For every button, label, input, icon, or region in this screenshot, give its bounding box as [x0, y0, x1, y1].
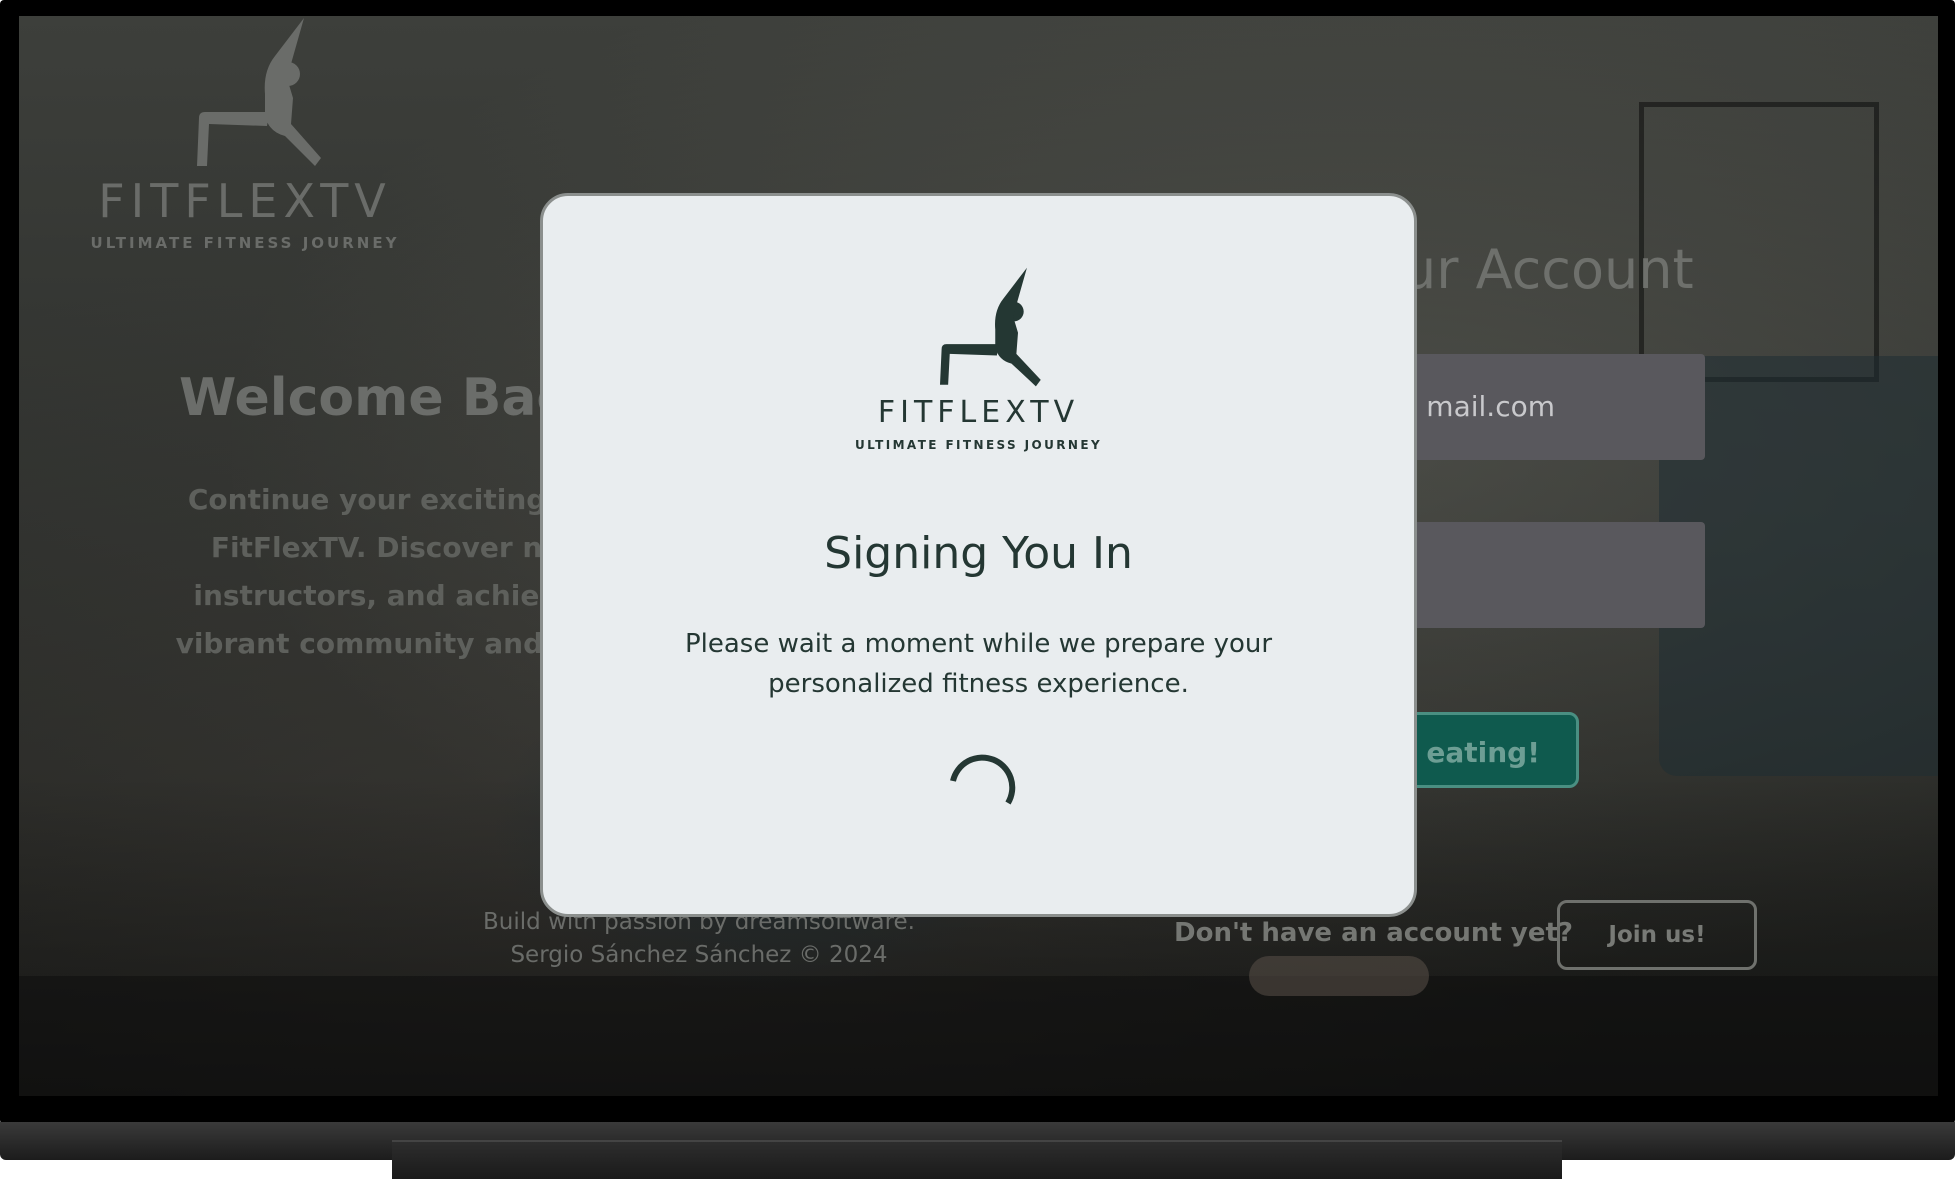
- join-us-button[interactable]: Join us!: [1557, 900, 1757, 970]
- yoga-pose-logo-icon: [197, 18, 321, 166]
- dialog-message: Please wait a moment while we prepare yo…: [663, 624, 1294, 704]
- modal-tagline: ULTIMATE FITNESS JOURNEY: [854, 438, 1103, 452]
- brand-wordmark: FITFLEXTV: [98, 174, 392, 228]
- no-account-text: Don't have an account yet?: [1174, 918, 1574, 948]
- modal-brand-logo: FITFLEXTV ULTIMATE FITNESS JOURNEY: [543, 266, 1414, 452]
- login-title: our Account: [1369, 238, 1694, 301]
- signing-in-dialog: FITFLEXTV ULTIMATE FITNESS JOURNEY Signi…: [540, 193, 1417, 917]
- welcome-title: Welcome Bac: [179, 368, 568, 428]
- background-hand: [1249, 956, 1429, 996]
- loading-spinner-icon: [950, 754, 1016, 805]
- tv-screen: FITFLEXTV ULTIMATE FITNESS JOURNEY Welco…: [19, 16, 1938, 1096]
- dialog-message-line: Please wait a moment while we prepare yo…: [684, 629, 1273, 659]
- dialog-title: Signing You In: [824, 528, 1133, 579]
- tv-stand: [392, 1140, 1562, 1179]
- yoga-pose-logo-icon: [939, 267, 1041, 387]
- footer-credit-line: Sergio Sánchez Sánchez © 2024: [510, 942, 888, 968]
- brand-tagline: ULTIMATE FITNESS JOURNEY: [90, 234, 400, 252]
- modal-wordmark: FITFLEXTV: [877, 395, 1080, 430]
- email-field-value: mail.com: [1426, 390, 1555, 423]
- brand-logo: FITFLEXTV ULTIMATE FITNESS JOURNEY: [55, 16, 435, 266]
- dialog-message-line: personalized fitness experience.: [768, 669, 1189, 699]
